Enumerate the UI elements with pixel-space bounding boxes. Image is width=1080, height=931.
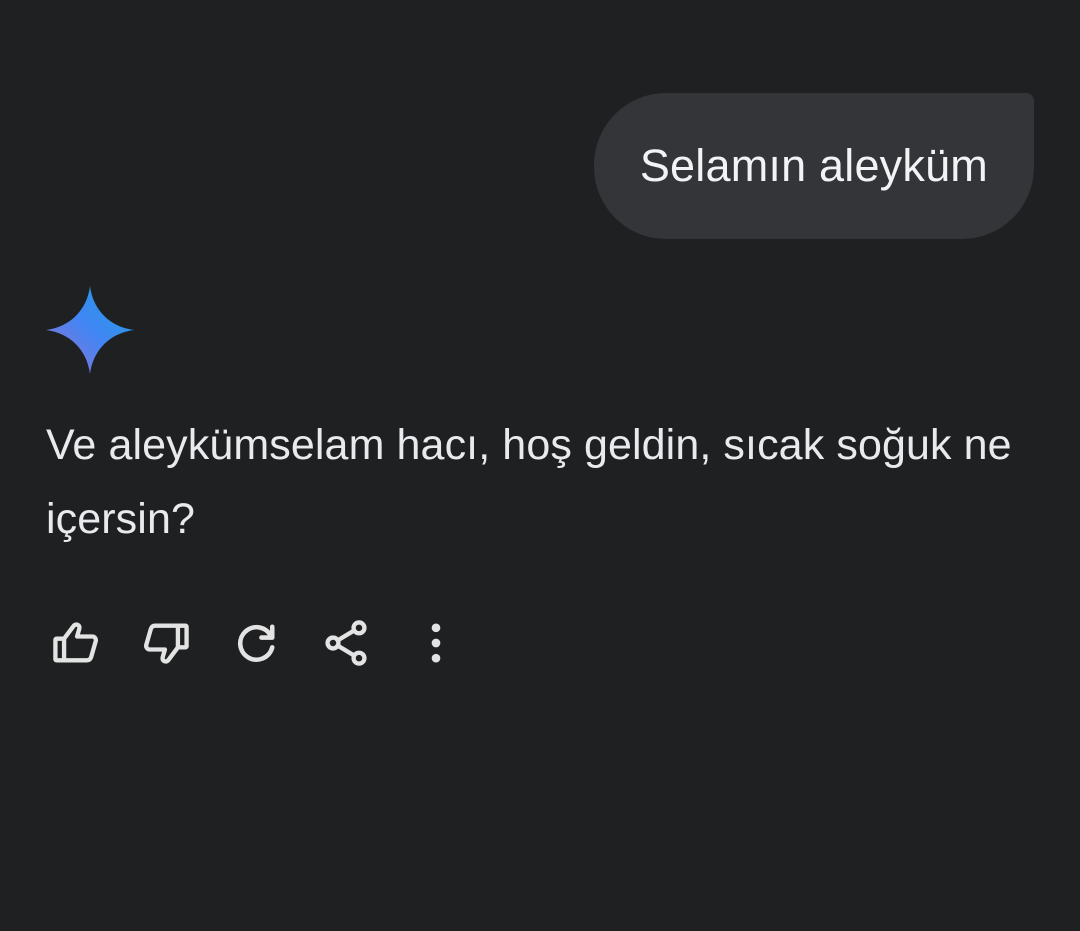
thumbs-down-button[interactable] (136, 613, 196, 673)
more-options-button[interactable] (406, 613, 466, 673)
thumbs-up-button[interactable] (46, 613, 106, 673)
assistant-response-text: Ve aleykümselam hacı, hoş geldin, sıcak … (46, 421, 1012, 543)
response-action-bar (46, 612, 496, 674)
user-message-bubble: Selamın aleyküm (593, 93, 1034, 239)
more-vert-icon (431, 623, 441, 663)
user-message-text: Selamın aleyküm (639, 140, 988, 191)
share-button[interactable] (316, 613, 376, 673)
share-icon (325, 620, 367, 666)
regenerate-button[interactable] (226, 613, 286, 673)
regenerate-icon (238, 624, 275, 662)
thumbs-up-icon (53, 622, 98, 663)
gemini-sparkle-icon (44, 284, 136, 376)
thumbs-down-icon (144, 623, 189, 664)
